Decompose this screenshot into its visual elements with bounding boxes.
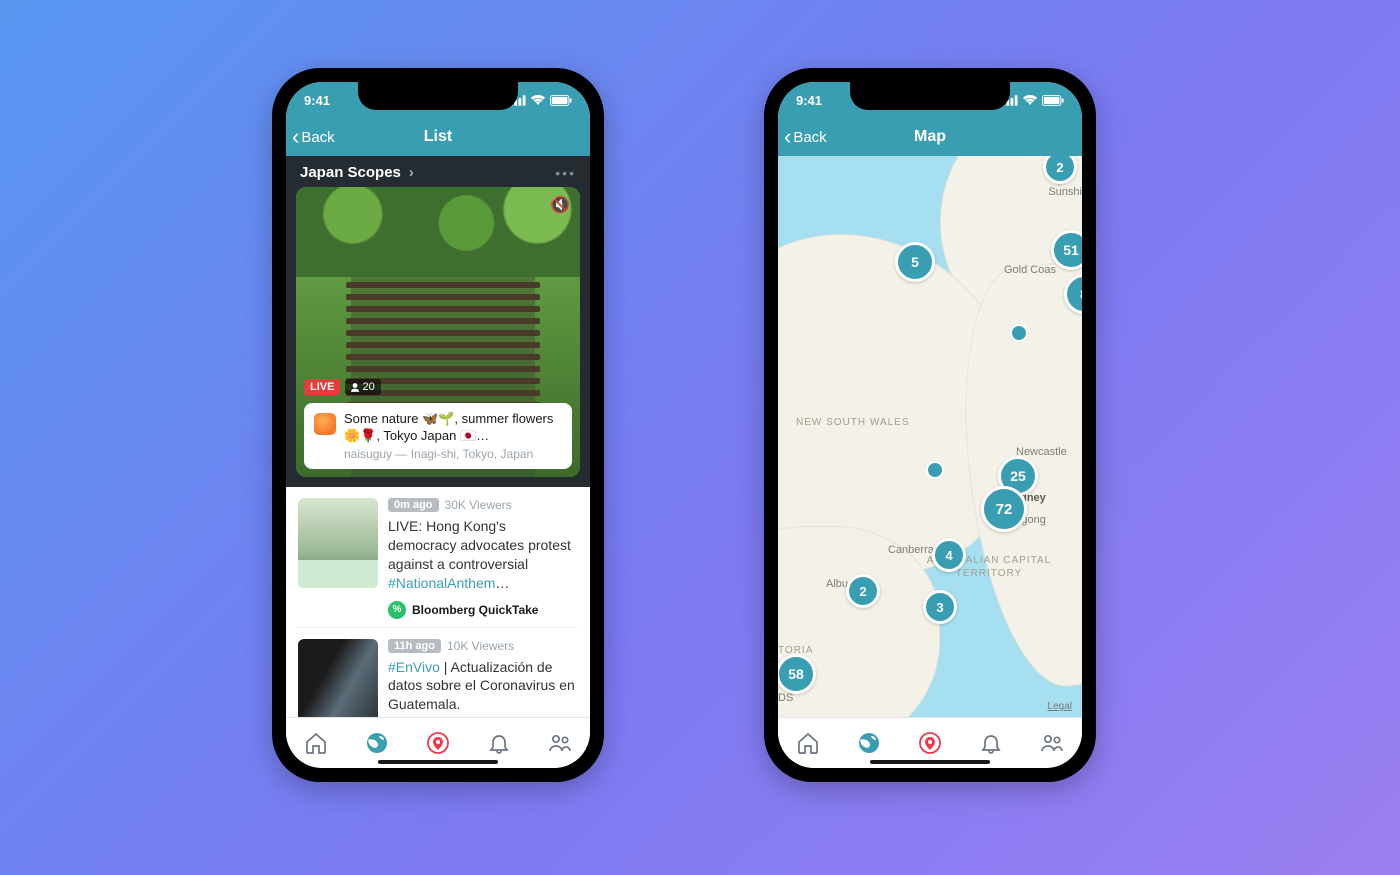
battery-icon (1042, 95, 1064, 106)
city-label: Sunshi (1048, 186, 1082, 198)
viewers-text: 30K Viewers (445, 498, 512, 512)
phone-map: 9:41 ‹ Back Map (764, 68, 1096, 782)
age-pill: 11h ago (388, 639, 441, 653)
chevron-left-icon: ‹ (784, 126, 791, 148)
chevron-right-icon: › (409, 164, 414, 181)
back-label: Back (301, 129, 334, 146)
tab-home[interactable] (795, 730, 821, 756)
back-label: Back (793, 129, 826, 146)
phone-list: 9:41 ‹ Back List Japan Sco (272, 68, 604, 782)
list-content[interactable]: Japan Scopes › ••• 🔇 LIVE (286, 156, 590, 718)
chevron-left-icon: ‹ (292, 126, 299, 148)
status-time: 9:41 (796, 93, 822, 108)
home-indicator[interactable] (378, 760, 498, 764)
feed-thumbnail (298, 639, 378, 718)
status-icons (510, 94, 572, 106)
hero-card[interactable]: 🔇 LIVE 20 Some nature 🦋🌱, summer fl (296, 187, 580, 477)
wifi-icon (1022, 94, 1038, 106)
viewers-text: 10K Viewers (447, 639, 514, 653)
more-button[interactable]: ••• (555, 165, 576, 181)
map-content[interactable]: NEW SOUTH WALES AUSTRALIAN CAPITAL TERRI… (778, 156, 1082, 718)
source-badge-icon: % (388, 601, 406, 619)
city-label: Gold Coas (1004, 264, 1056, 276)
back-button[interactable]: ‹ Back (286, 126, 335, 148)
region-label: AUSTRALIAN CAPITAL TERRITORY (896, 554, 1082, 580)
status-time: 9:41 (304, 93, 330, 108)
screen-list: 9:41 ‹ Back List Japan Sco (286, 82, 590, 768)
feed-thumbnail (298, 498, 378, 588)
screen-map: 9:41 ‹ Back Map (778, 82, 1082, 768)
feed-meta-row: 11h ago 10K Viewers (388, 639, 578, 653)
tab-people[interactable] (547, 730, 573, 756)
caption-card: Some nature 🦋🌱, summer flowers 🌼🌹, Tokyo… (304, 403, 572, 469)
caption-meta: naisuguy — Inagi-shi, Tokyo, Japan (344, 447, 562, 461)
tab-people[interactable] (1039, 730, 1065, 756)
city-label: Albu (826, 578, 848, 590)
region-label: NEW SOUTH WALES (796, 416, 910, 429)
nav-bar-list: ‹ Back List (286, 118, 590, 156)
viewer-count: 20 (362, 381, 374, 393)
hashtag[interactable]: #NationalAnthem (388, 575, 495, 591)
stage: 9:41 ‹ Back List Japan Sco (0, 0, 1400, 875)
legal-link[interactable]: Legal (1048, 701, 1072, 712)
city-label: Canberra (888, 544, 934, 556)
feed-item[interactable]: 11h ago 10K Viewers #EnVivo | Actualizac… (286, 628, 590, 718)
hashtag[interactable]: #EnVivo (388, 659, 440, 675)
battery-icon (550, 95, 572, 106)
section-title: Japan Scopes (300, 164, 401, 181)
map-cluster[interactable]: 3 (923, 590, 957, 624)
person-icon (351, 383, 359, 392)
feed-title: LIVE: Hong Kong's democracy advocates pr… (388, 517, 578, 593)
map-dot[interactable] (926, 461, 944, 479)
viewers-badge: 20 (345, 379, 380, 395)
tab-notifications[interactable] (486, 730, 512, 756)
notch (358, 82, 518, 110)
feed-title: #EnVivo | Actualización de datos sobre e… (388, 658, 578, 715)
nav-bar-map: ‹ Back Map (778, 118, 1082, 156)
age-pill: 0m ago (388, 498, 439, 512)
tab-home[interactable] (303, 730, 329, 756)
feed-item[interactable]: 0m ago 30K Viewers LIVE: Hong Kong's dem… (286, 487, 590, 627)
city-label: DS (778, 692, 793, 704)
caption-text: Some nature 🦋🌱, summer flowers 🌼🌹, Tokyo… (344, 411, 562, 445)
home-indicator[interactable] (870, 760, 990, 764)
feed-meta-row: 0m ago 30K Viewers (388, 498, 578, 512)
tab-broadcast[interactable] (917, 730, 943, 756)
back-button[interactable]: ‹ Back (778, 126, 827, 148)
wifi-icon (530, 94, 546, 106)
source-row[interactable]: % Bloomberg QuickTake (388, 601, 578, 619)
mute-icon[interactable]: 🔇 (550, 195, 570, 215)
live-indicator-row: LIVE 20 (304, 379, 381, 395)
map-cluster[interactable]: 2 (846, 574, 880, 608)
map-cluster[interactable]: 4 (932, 538, 966, 572)
author-avatar[interactable] (314, 413, 336, 435)
map-cluster[interactable]: 72 (981, 486, 1027, 532)
notch (850, 82, 1010, 110)
feed-list: 0m ago 30K Viewers LIVE: Hong Kong's dem… (286, 487, 590, 718)
section-title-row: Japan Scopes › (300, 164, 414, 181)
tab-notifications[interactable] (978, 730, 1004, 756)
live-badge: LIVE (304, 379, 340, 395)
featured-section: Japan Scopes › ••• 🔇 LIVE (286, 156, 590, 487)
tab-globe[interactable] (856, 730, 882, 756)
map-cluster[interactable]: 5 (895, 242, 935, 282)
section-header[interactable]: Japan Scopes › ••• (286, 156, 590, 187)
tab-globe[interactable] (364, 730, 390, 756)
map-dot[interactable] (1010, 324, 1028, 342)
map-canvas[interactable]: NEW SOUTH WALES AUSTRALIAN CAPITAL TERRI… (778, 156, 1082, 718)
status-icons (1002, 94, 1064, 106)
tab-broadcast[interactable] (425, 730, 451, 756)
source-name: Bloomberg QuickTake (412, 603, 538, 617)
